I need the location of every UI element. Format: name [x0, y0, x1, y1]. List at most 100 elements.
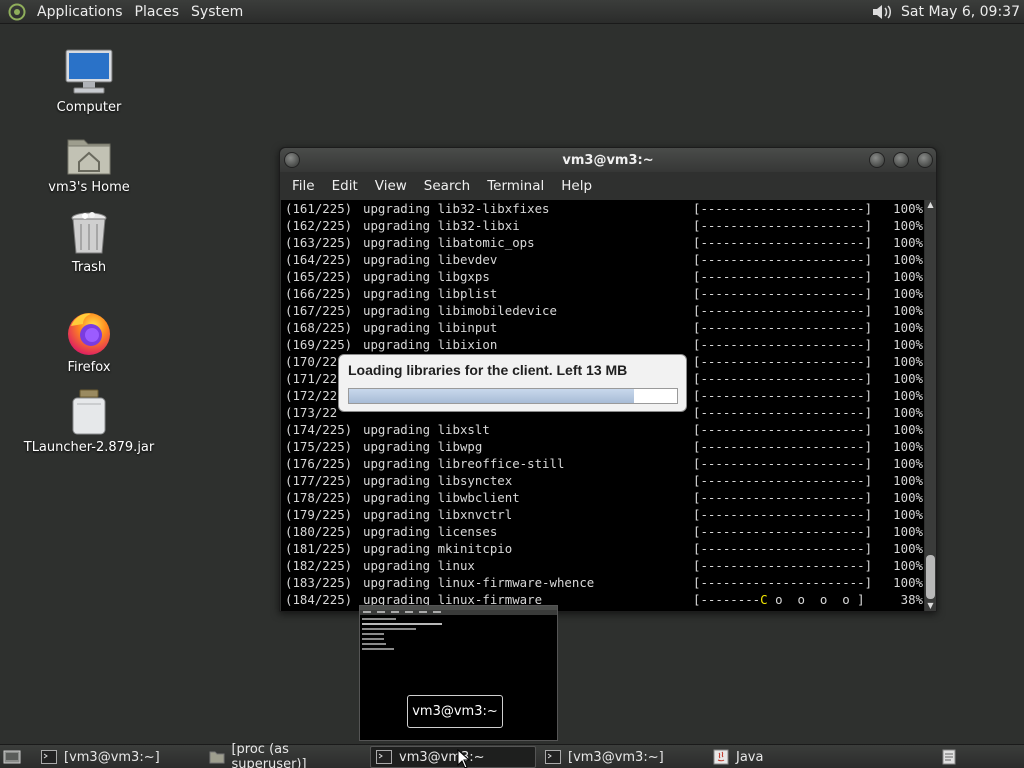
package-action: upgrading libevdev: [363, 252, 498, 267]
package-action: upgrading libatomic_ops: [363, 235, 535, 250]
show-desktop-icon[interactable]: [2, 747, 22, 767]
desktop-icon-label: vm3's Home: [48, 180, 130, 195]
progress-bar-text: [----------------------]: [693, 541, 873, 556]
taskbar-item[interactable]: [vm3@vm3:~]: [36, 746, 196, 768]
taskbar-item-label: [vm3@vm3:~]: [568, 749, 664, 765]
package-action: upgrading libwpg: [363, 439, 483, 454]
progress-bar-text: [----------------------]: [693, 303, 873, 318]
progress-bar-text: [----------------------]: [693, 337, 873, 352]
progress-bar-text: [----------------------]: [693, 354, 873, 369]
places-menu[interactable]: Places: [130, 4, 185, 20]
progress-bar-text: [----------------------]: [693, 558, 873, 573]
loading-text: Loading libraries for the client. Left 1…: [348, 362, 628, 378]
package-action: upgrading libwbclient: [363, 490, 520, 505]
terminal-line: (166/225) upgrading libplist [------------…: [285, 285, 924, 302]
bottom-panel: [vm3@vm3:~] [proc (as superuser)] vm3@vm…: [0, 742, 1024, 768]
speaker-icon[interactable]: [869, 1, 895, 23]
window-titlebar[interactable]: vm3@vm3:~: [280, 148, 936, 172]
progress-bar-text: [----------------------]: [693, 201, 873, 216]
menu-file[interactable]: File: [284, 178, 323, 194]
menu-search[interactable]: Search: [416, 178, 478, 194]
desktop-icon-label: TLauncher-2.879.jar: [23, 440, 155, 455]
package-counter: (174/225): [285, 422, 353, 437]
package-counter: (162/225): [285, 218, 353, 233]
progress-percent: 100%: [893, 303, 923, 318]
desktop-icon-label: Trash: [71, 260, 107, 275]
menu-help[interactable]: Help: [553, 178, 600, 194]
package-counter: (167/225): [285, 303, 353, 318]
close-button[interactable]: [917, 152, 933, 168]
terminal-scrollbar[interactable]: ▲ ▼: [925, 200, 936, 611]
terminal-line: (181/225) upgrading mkinitcpio [----------…: [285, 540, 924, 557]
desktop-icon-trash[interactable]: Trash: [14, 206, 164, 275]
package-action: upgrading libsynctex: [363, 473, 513, 488]
package-counter: (178/225): [285, 490, 353, 505]
progress-bar-text: [----------------------]: [693, 490, 873, 505]
progress-bar-text: [----------------------]: [693, 269, 873, 284]
progress-bar-text: [----------------------]: [693, 456, 873, 471]
taskbar-item[interactable]: [vm3@vm3:~]: [540, 746, 700, 768]
applications-menu[interactable]: Applications: [32, 4, 128, 20]
minimize-button[interactable]: [869, 152, 885, 168]
package-counter: (163/225): [285, 235, 353, 250]
package-counter: (179/225): [285, 507, 353, 522]
scroll-down-arrow-icon[interactable]: ▼: [925, 601, 936, 611]
maximize-button[interactable]: [893, 152, 909, 168]
progress-bar-text: [----------------------]: [693, 405, 873, 420]
scrollbar-thumb[interactable]: [926, 555, 935, 599]
package-action: upgrading libimobiledevice: [363, 303, 557, 318]
package-counter: (161/225): [285, 201, 353, 216]
package-action: upgrading libinput: [363, 320, 498, 335]
progress-percent: 100%: [893, 235, 923, 250]
terminal-line: (179/225) upgrading libxnvctrl [----------…: [285, 506, 924, 523]
window-preview-label: vm3@vm3:~: [407, 695, 503, 728]
home-folder-icon: [61, 126, 117, 176]
progress-percent: 100%: [893, 558, 923, 573]
progress-bar-text: [----------------------]: [693, 524, 873, 539]
menu-view[interactable]: View: [367, 178, 415, 194]
desktop-icon-computer[interactable]: Computer: [14, 46, 164, 115]
workspace-switcher-icon[interactable]: [940, 748, 958, 766]
package-action: upgrading libgxps: [363, 269, 490, 284]
desktop-icon-firefox[interactable]: Firefox: [14, 306, 164, 375]
progress-percent: 100%: [893, 371, 923, 386]
terminal-line: (163/225) upgrading libatomic_ops [-------…: [285, 234, 924, 251]
package-action: upgrading mkinitcpio: [363, 541, 513, 556]
progress-percent: 100%: [893, 473, 923, 488]
firefox-icon: [61, 306, 117, 356]
progress-bar-text: [----------------------]: [693, 473, 873, 488]
package-action: upgrading libreoffice-still: [363, 456, 565, 471]
package-action: upgrading linux-firmware-whence: [363, 575, 595, 590]
package-action: upgrading libxslt: [363, 422, 490, 437]
clock[interactable]: Sat May 6, 09:37: [901, 4, 1020, 20]
package-counter: (168/225): [285, 320, 353, 335]
menu-edit[interactable]: Edit: [324, 178, 366, 194]
progress-bar-text: [----------------------]: [693, 218, 873, 233]
progress-bar-text: [----------------------]: [693, 286, 873, 301]
desktop-icon-home[interactable]: vm3's Home: [14, 126, 164, 195]
package-action: upgrading libplist: [363, 286, 498, 301]
taskbar-item-active[interactable]: vm3@vm3:~: [370, 746, 536, 768]
package-counter: (169/225): [285, 337, 353, 352]
progress-percent: 100%: [893, 201, 923, 216]
terminal-line: (168/225) upgrading libinput [------------…: [285, 319, 924, 336]
desktop-icon-label: Firefox: [67, 360, 111, 375]
taskbar-item-label: [proc (as superuser)]: [231, 742, 307, 768]
scroll-up-arrow-icon[interactable]: ▲: [925, 200, 936, 210]
progress-percent: 100%: [893, 337, 923, 352]
computer-icon: [61, 46, 117, 96]
menu-terminal[interactable]: Terminal: [479, 178, 552, 194]
window-preview-thumbnail[interactable]: vm3@vm3:~: [359, 605, 558, 741]
desktop-icon-tlauncher[interactable]: TLauncher-2.879.jar: [14, 386, 164, 455]
taskbar-item[interactable]: [proc (as superuser)]: [204, 742, 364, 768]
progress-bar-text: [----------------------]: [693, 507, 873, 522]
system-menu[interactable]: System: [186, 4, 248, 20]
java-icon: [712, 749, 730, 765]
package-action: upgrading lib32-libxi: [363, 218, 520, 233]
mate-logo-icon[interactable]: [6, 1, 28, 23]
terminal-line: (167/225) upgrading libimobiledevice [----…: [285, 302, 924, 319]
terminal-icon: [375, 749, 393, 765]
terminal-line: (177/225) upgrading libsynctex [----------…: [285, 472, 924, 489]
window-menu-button[interactable]: [284, 152, 300, 168]
taskbar-item[interactable]: Java: [708, 746, 868, 768]
